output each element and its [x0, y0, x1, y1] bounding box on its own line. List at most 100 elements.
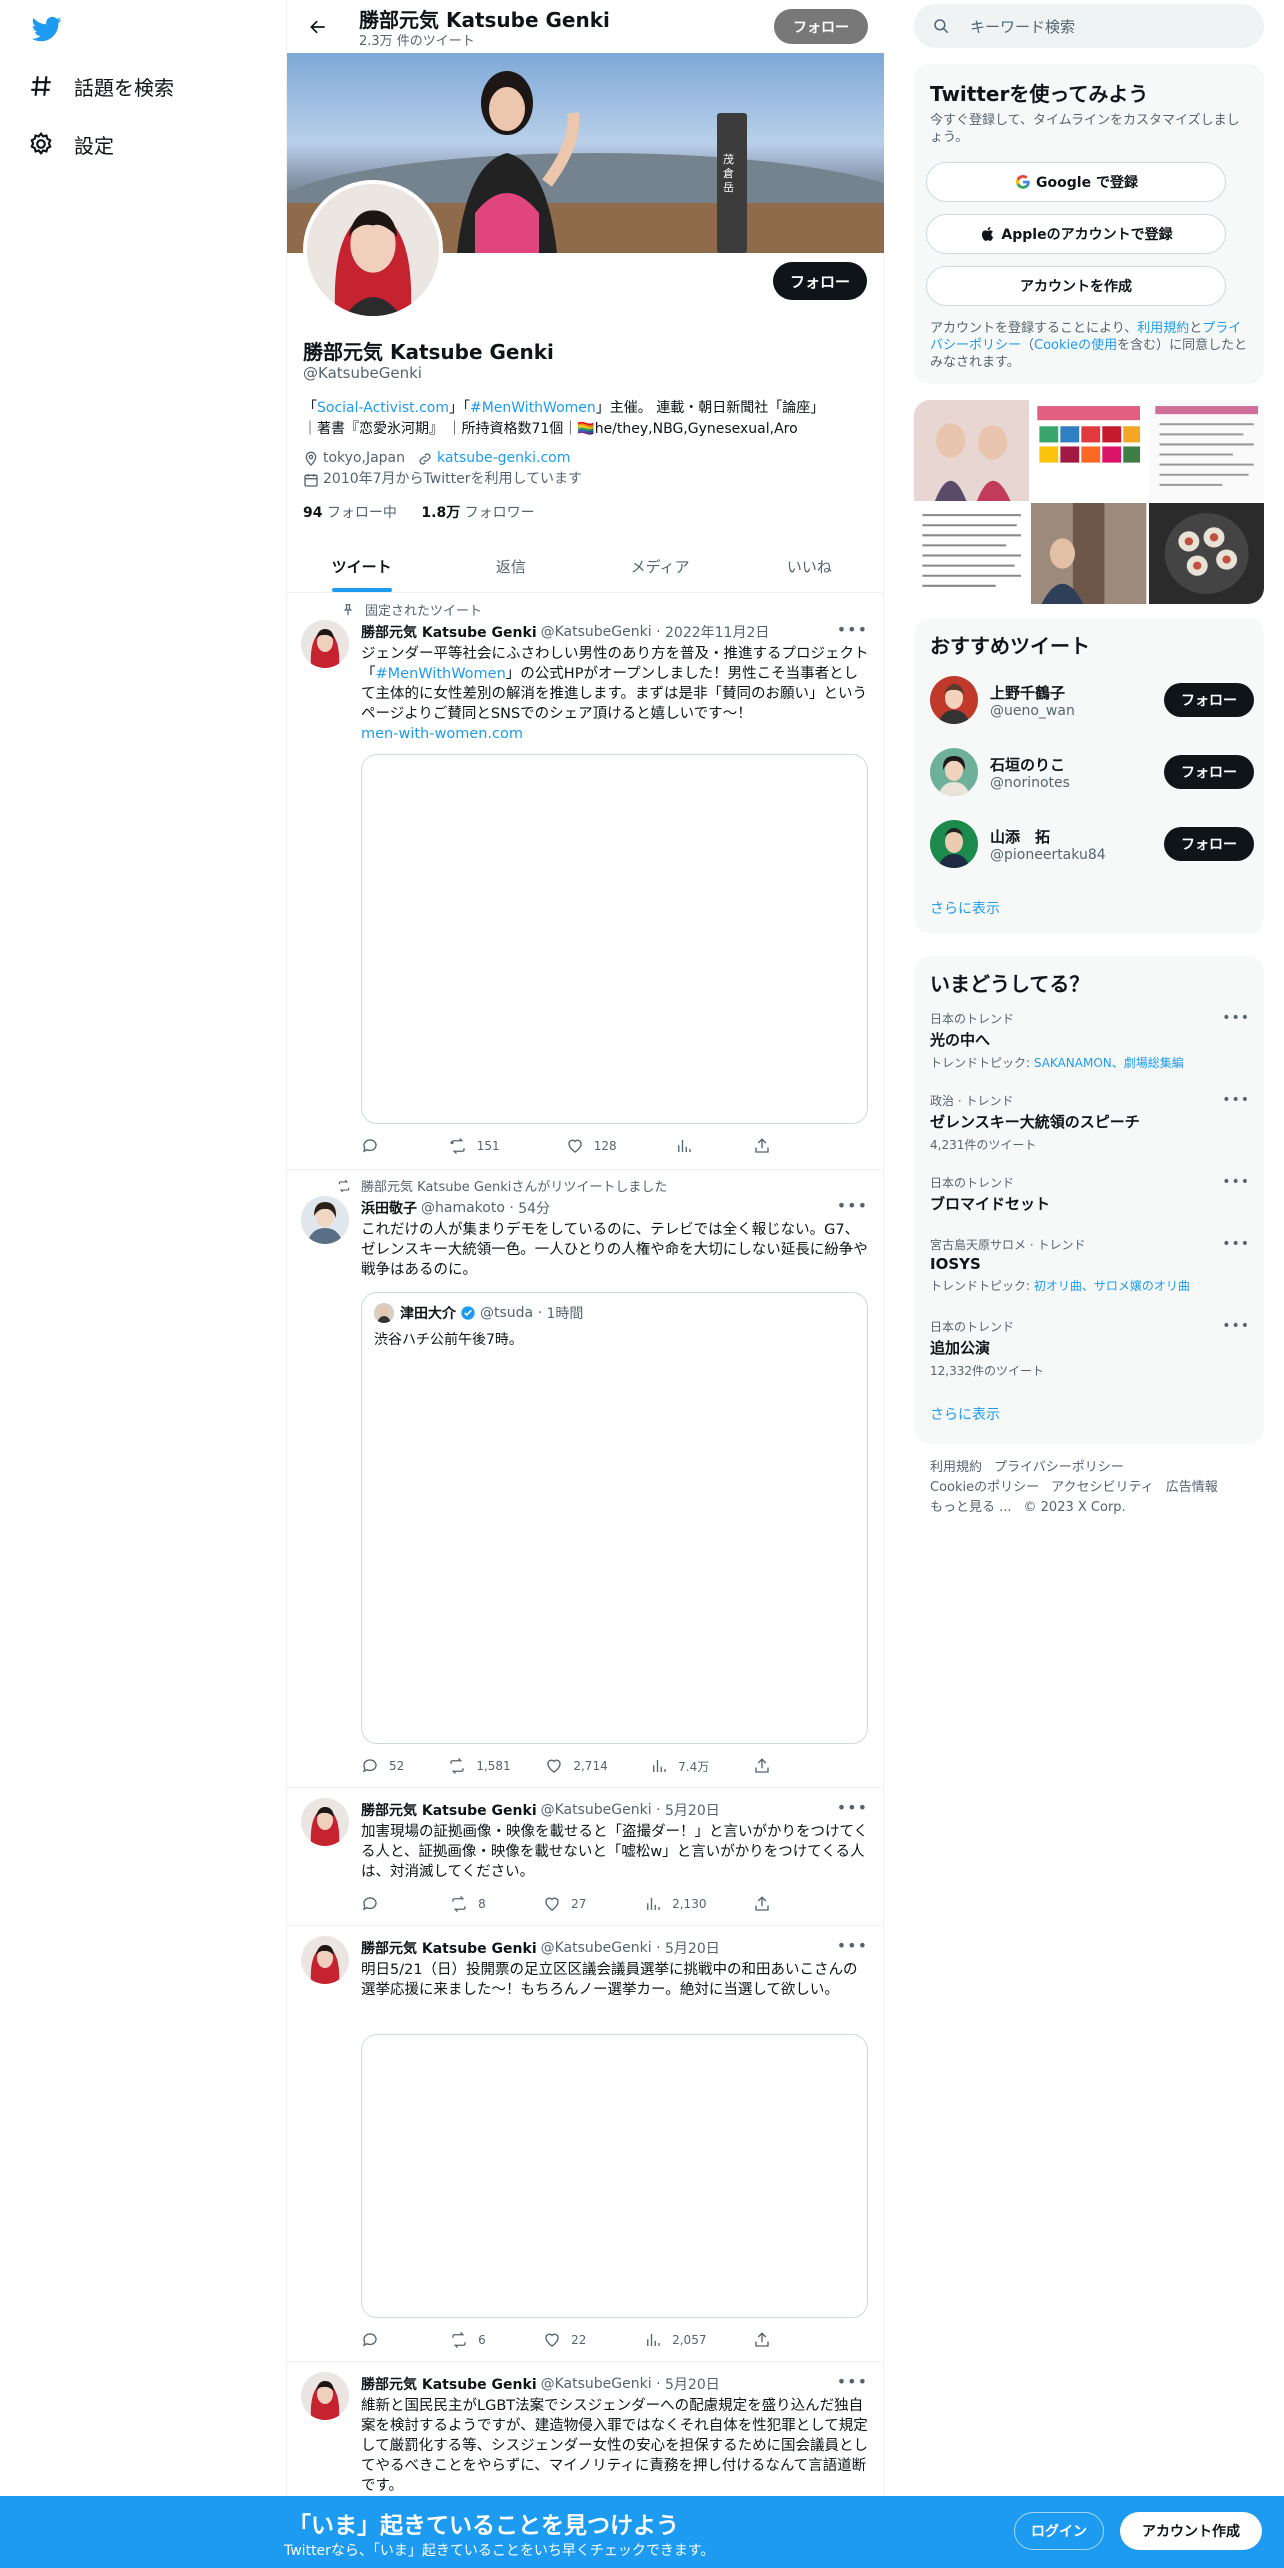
header-follow-button[interactable]: フォロー: [774, 9, 868, 44]
more-icon[interactable]: •••: [1222, 1092, 1250, 1108]
share-button[interactable]: [753, 1895, 781, 1913]
media-thumb[interactable]: [914, 400, 1030, 501]
tweet-time[interactable]: 5月20日: [665, 1938, 720, 1958]
tweet-retweet[interactable]: 勝部元気 Katsube Genkiさんがリツイートしました 浜田敬子 @ham…: [287, 1170, 884, 1788]
more-icon[interactable]: •••: [837, 1936, 868, 1955]
recommended-follow-button[interactable]: フォロー: [1164, 827, 1254, 861]
like-button[interactable]: 22: [543, 2331, 644, 2349]
tweet-time[interactable]: 54分: [518, 1198, 550, 1218]
like-button[interactable]: 2,714: [545, 1757, 650, 1775]
more-icon[interactable]: •••: [1222, 1174, 1250, 1190]
trend-topic-links[interactable]: 初オリ曲、サロメ嬢のオリ曲: [1034, 1279, 1190, 1293]
footer-ads-link[interactable]: 広告情報: [1166, 1480, 1218, 1495]
signup-button[interactable]: アカウント作成: [1120, 2512, 1262, 2550]
nav-settings[interactable]: 設定: [28, 124, 114, 164]
trend-item[interactable]: 日本のトレンド 追加公演 12,332件のツイート •••: [930, 1318, 1250, 1379]
views-button[interactable]: 2,130: [644, 1895, 753, 1913]
more-icon[interactable]: •••: [1222, 1010, 1250, 1026]
trend-topic-links[interactable]: SAKANAMON、劇場総集編: [1034, 1056, 1184, 1070]
profile-website-link[interactable]: katsube-genki.com: [437, 448, 570, 469]
tab-tweets[interactable]: ツイート: [287, 540, 436, 592]
retweet-button[interactable]: 6: [450, 2331, 543, 2349]
tweet-avatar[interactable]: [301, 1798, 349, 1846]
reply-button[interactable]: [361, 1895, 450, 1913]
trend-item[interactable]: 日本のトレンド ブロマイドセット •••: [930, 1174, 1250, 1214]
recommended-user[interactable]: 石垣のりこ @norinotes フォロー: [930, 742, 1254, 802]
more-icon[interactable]: •••: [837, 2372, 868, 2391]
tweet-author-handle[interactable]: @KatsubeGenki: [541, 624, 652, 640]
quoted-tweet[interactable]: 津田大介 @tsuda · 1時間 渋谷ハチ公前午後7時。: [361, 1292, 868, 1744]
reply-button[interactable]: [361, 1137, 449, 1155]
media-thumb[interactable]: [1148, 400, 1264, 501]
profile-avatar[interactable]: [303, 180, 443, 320]
more-icon[interactable]: •••: [837, 1798, 868, 1817]
tweet-author-name[interactable]: 勝部元気 Katsube Genki: [361, 1938, 537, 1958]
nav-explore[interactable]: 話題を検索: [28, 66, 174, 106]
media-thumb[interactable]: [1031, 503, 1147, 604]
tweet-time[interactable]: 5月20日: [665, 1800, 720, 1820]
tweet-author-name[interactable]: 浜田敬子: [361, 1198, 417, 1218]
trend-item[interactable]: 政治 · トレンド ゼレンスキー大統領のスピーチ 4,231件のツイート •••: [930, 1092, 1250, 1153]
views-button[interactable]: [675, 1137, 753, 1155]
followers-link[interactable]: 1.8万 フォロワー: [421, 505, 534, 521]
retweet-button[interactable]: 1,581: [448, 1757, 545, 1775]
views-button[interactable]: 7.4万: [650, 1757, 753, 1775]
tweet-author-handle[interactable]: @KatsubeGenki: [541, 1802, 652, 1818]
tweet-avatar[interactable]: [301, 1196, 349, 1244]
tweet-media[interactable]: [361, 2034, 868, 2318]
tweet-avatar[interactable]: [301, 1936, 349, 1984]
tweet-time[interactable]: 2022年11月2日: [665, 622, 769, 642]
share-button[interactable]: [753, 1137, 781, 1155]
recommended-user[interactable]: 山添 拓 @pioneertaku84 フォロー: [930, 814, 1254, 874]
more-icon[interactable]: •••: [1222, 1318, 1250, 1334]
tweet-author-handle[interactable]: @KatsubeGenki: [541, 2376, 652, 2392]
bio-link-hashtag[interactable]: #MenWithWomen: [470, 400, 596, 416]
profile-follow-button[interactable]: フォロー: [773, 262, 867, 300]
tweet[interactable]: 勝部元気 Katsube Genki @KatsubeGenki · 5月20日…: [287, 1788, 884, 1926]
share-button[interactable]: [753, 2331, 781, 2349]
more-icon[interactable]: •••: [1222, 1236, 1250, 1252]
tweet-author-handle[interactable]: @KatsubeGenki: [541, 1940, 652, 1956]
tweet[interactable]: 勝部元気 Katsube Genki @KatsubeGenki · 5月20日…: [287, 1926, 884, 2362]
following-link[interactable]: 94 フォロー中: [303, 505, 397, 521]
terms-link[interactable]: 利用規約: [1137, 321, 1189, 336]
trend-item[interactable]: 宮古島天原サロメ · トレンド IOSYS トレンドトピック: 初オリ曲、サロメ…: [930, 1236, 1250, 1294]
tweet-media[interactable]: [361, 754, 868, 1124]
footer-privacy-link[interactable]: プライバシーポリシー: [994, 1460, 1124, 1475]
tweet-author-name[interactable]: 勝部元気 Katsube Genki: [361, 622, 537, 642]
tab-media[interactable]: メディア: [586, 540, 735, 592]
recommended-user[interactable]: 上野千鶴子 @ueno_wan フォロー: [930, 670, 1254, 730]
search-input[interactable]: キーワード検索: [914, 4, 1264, 48]
bio-link-site[interactable]: Social-Activist.com: [317, 400, 449, 416]
back-button[interactable]: [301, 10, 335, 44]
apple-signup-button[interactable]: Appleのアカウントで登録: [926, 214, 1226, 254]
tweet-author-name[interactable]: 勝部元気 Katsube Genki: [361, 2374, 537, 2394]
footer-cookie-link[interactable]: Cookieのポリシー: [930, 1480, 1039, 1495]
cookie-link[interactable]: Cookieの使用: [1034, 338, 1117, 353]
footer-more-link[interactable]: もっと見る ...: [930, 1500, 1012, 1515]
reply-button[interactable]: [361, 2331, 450, 2349]
recommended-show-more[interactable]: さらに表示: [930, 898, 1000, 918]
media-thumb[interactable]: [1148, 503, 1264, 604]
like-button[interactable]: 27: [543, 1895, 644, 1913]
create-account-button[interactable]: アカウントを作成: [926, 266, 1226, 306]
tweet-time[interactable]: 5月20日: [665, 2374, 720, 2394]
tweet-pinned[interactable]: 固定されたツイート 勝部元気 Katsube Genki @KatsubeGen…: [287, 594, 884, 1170]
tab-likes[interactable]: いいね: [735, 540, 884, 592]
tweet-author-handle[interactable]: @hamakoto: [421, 1200, 505, 1216]
share-button[interactable]: [753, 1757, 781, 1775]
footer-terms-link[interactable]: 利用規約: [930, 1460, 982, 1475]
google-signup-button[interactable]: Google で登録: [926, 162, 1226, 202]
tweet-author-name[interactable]: 勝部元気 Katsube Genki: [361, 1800, 537, 1820]
media-thumb[interactable]: [914, 503, 1030, 604]
tweet-url-link[interactable]: men-with-women.com: [361, 726, 523, 742]
tweet-avatar[interactable]: [301, 2372, 349, 2420]
trends-show-more[interactable]: さらに表示: [930, 1404, 1000, 1424]
reply-button[interactable]: 52: [361, 1757, 448, 1775]
recommended-follow-button[interactable]: フォロー: [1164, 755, 1254, 789]
more-icon[interactable]: •••: [837, 620, 868, 639]
like-button[interactable]: 128: [566, 1137, 675, 1155]
login-button[interactable]: ログイン: [1014, 2512, 1104, 2550]
tweet-hashtag-link[interactable]: #MenWithWomen: [376, 666, 506, 682]
recommended-follow-button[interactable]: フォロー: [1164, 683, 1254, 717]
